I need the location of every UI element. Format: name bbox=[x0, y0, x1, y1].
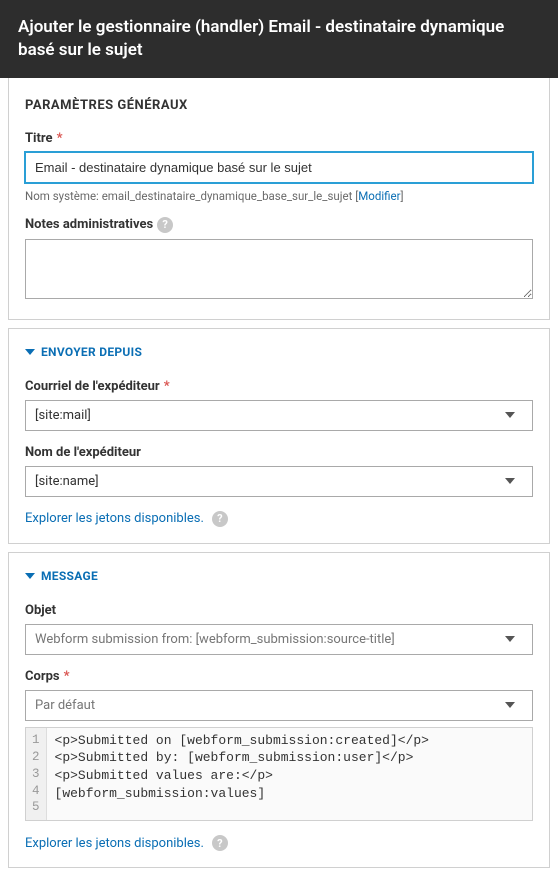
required-marker: * bbox=[57, 131, 63, 146]
help-icon[interactable]: ? bbox=[212, 511, 228, 527]
required-marker: * bbox=[64, 669, 70, 684]
dialog-title: Ajouter le gestionnaire (handler) Email … bbox=[0, 0, 558, 78]
code-lines[interactable]: <p>Submitted on [webform_submission:crea… bbox=[47, 728, 532, 820]
chevron-down-icon bbox=[25, 573, 35, 579]
dropdown-arrow-icon bbox=[495, 698, 523, 713]
title-input[interactable] bbox=[25, 152, 533, 183]
body-code-editor[interactable]: 12345 <p>Submitted on [webform_submissio… bbox=[25, 727, 533, 821]
chevron-down-icon bbox=[25, 349, 35, 355]
help-icon[interactable]: ? bbox=[157, 217, 173, 233]
admin-notes-label: Notes administratives ? bbox=[25, 217, 533, 233]
message-panel: Message Objet Webform submission from: [… bbox=[8, 552, 550, 868]
dropdown-arrow-icon bbox=[495, 474, 523, 489]
system-name-edit-link[interactable]: Modifier bbox=[358, 189, 400, 203]
subject-label: Objet bbox=[25, 603, 533, 618]
title-label: Titre* bbox=[25, 131, 533, 146]
from-name-label: Nom de l'expéditeur bbox=[25, 445, 533, 460]
general-settings-panel: Paramètres généraux Titre* Nom système: … bbox=[8, 78, 550, 320]
general-section-title: Paramètres généraux bbox=[25, 98, 533, 113]
body-select[interactable]: Par défaut bbox=[25, 690, 533, 721]
system-name-text: Nom système: email_destinataire_dynamiqu… bbox=[25, 189, 533, 203]
admin-notes-textarea[interactable] bbox=[25, 239, 533, 299]
from-name-select[interactable]: [site:name] bbox=[25, 466, 533, 497]
dropdown-arrow-icon bbox=[495, 408, 523, 423]
code-gutter: 12345 bbox=[26, 728, 47, 820]
send-from-panel: Envoyer depuis Courriel de l'expéditeur*… bbox=[8, 328, 550, 544]
explore-tokens-link[interactable]: Explorer les jetons disponibles. ? bbox=[25, 835, 533, 851]
dropdown-arrow-icon bbox=[495, 632, 523, 647]
help-icon[interactable]: ? bbox=[212, 835, 228, 851]
required-marker: * bbox=[164, 379, 170, 394]
from-email-label: Courriel de l'expéditeur* bbox=[25, 379, 533, 394]
explore-tokens-link[interactable]: Explorer les jetons disponibles. ? bbox=[25, 511, 533, 527]
send-from-toggle[interactable]: Envoyer depuis bbox=[25, 345, 533, 359]
from-email-select[interactable]: [site:mail] bbox=[25, 400, 533, 431]
subject-select[interactable]: Webform submission from: [webform_submis… bbox=[25, 624, 533, 655]
body-label: Corps* bbox=[25, 669, 533, 684]
message-toggle[interactable]: Message bbox=[25, 569, 533, 583]
